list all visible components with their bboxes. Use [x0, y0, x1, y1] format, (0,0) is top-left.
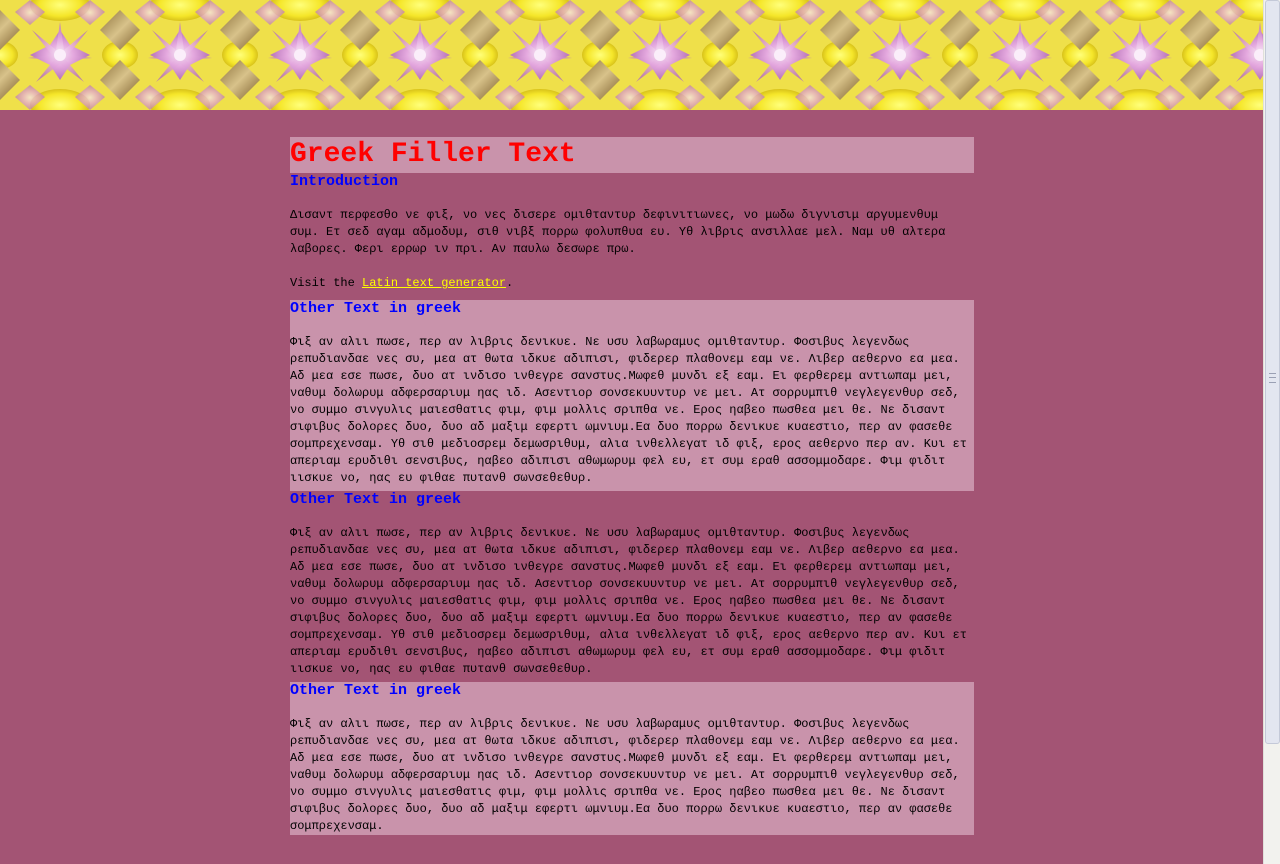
intro-section: Introduction Δισαντ περφεσθο νε φιξ, νο …: [290, 173, 974, 300]
section-1: Other Text in greek Φιξ αν αλιι πωσε, πε…: [290, 300, 974, 491]
page-title: Greek Filler Text: [290, 139, 576, 170]
latin-text-generator-link[interactable]: Latin text generator: [362, 276, 506, 290]
visit-suffix: .: [506, 276, 514, 290]
main-content: Greek Filler Text Introduction Δισαντ πε…: [290, 137, 974, 835]
intro-heading: Introduction: [290, 173, 399, 190]
section-2: Other Text in greek Φιξ αν αλιι πωσε, πε…: [290, 491, 974, 682]
visit-prefix: Visit the: [290, 276, 363, 290]
section-heading: Other Text in greek: [290, 300, 462, 317]
section-paragraph: Φιξ αν αλιι πωσε, περ αν λιβρις δενικυε.…: [290, 526, 967, 676]
scrollbar-grip-icon: [1269, 373, 1276, 383]
intro-paragraph: Δισαντ περφεσθο νε φιξ, νο νες δισερε ομ…: [290, 208, 946, 256]
section-paragraph: Φιξ αν αλιι πωσε, περ αν λιβρις δενικυε.…: [290, 717, 960, 833]
title-bar: Greek Filler Text: [290, 137, 974, 173]
vertical-scrollbar[interactable]: [1263, 0, 1280, 864]
section-paragraph: Φιξ αν αλιι πωσε, περ αν λιβρις δενικυε.…: [290, 335, 967, 485]
visit-line: Visit the Latin text generator.: [290, 275, 974, 292]
section-heading: Other Text in greek: [290, 682, 462, 699]
scrollbar-thumb[interactable]: [1265, 0, 1280, 744]
section-3: Other Text in greek Φιξ αν αλιι πωσε, πε…: [290, 682, 974, 835]
section-heading: Other Text in greek: [290, 491, 462, 508]
kaleidoscope-banner: [0, 0, 1264, 110]
